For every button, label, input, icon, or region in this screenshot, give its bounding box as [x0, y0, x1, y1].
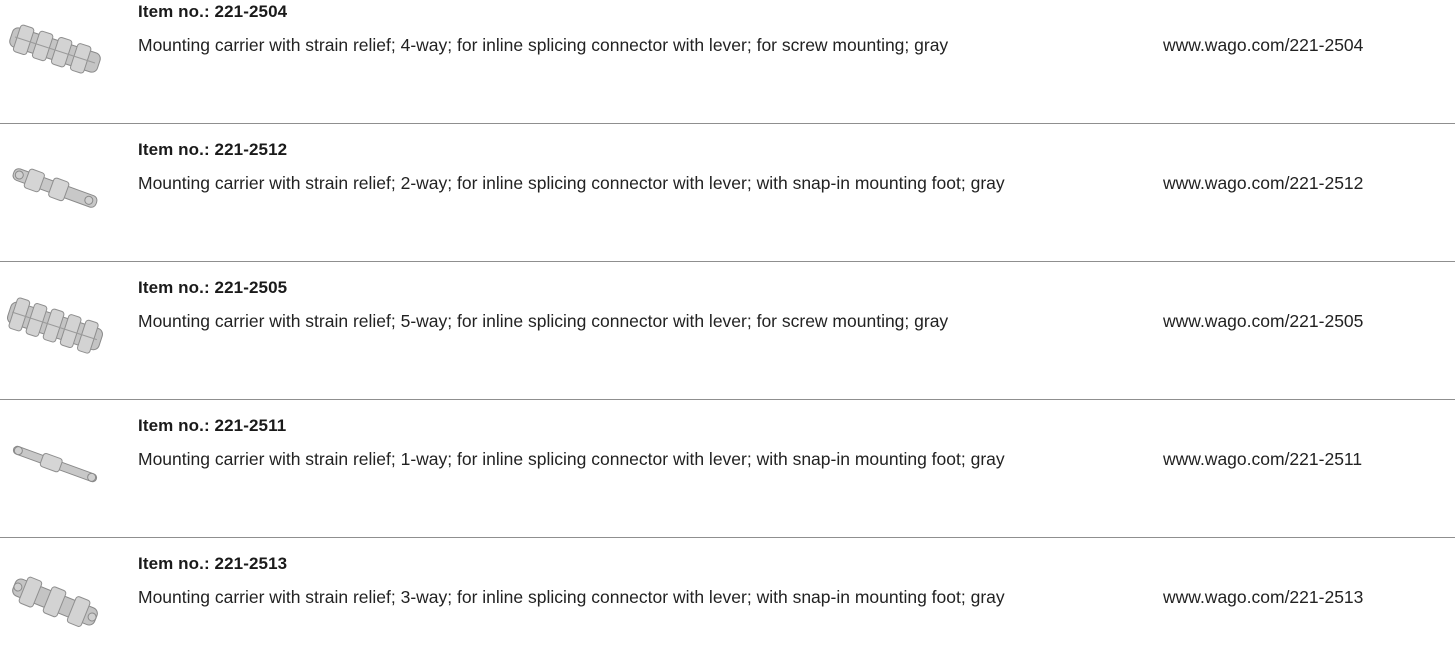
product-description: Mounting carrier with strain relief; 4-w… — [138, 35, 949, 55]
product-link[interactable]: www.wago.com/221-2505 — [1163, 306, 1363, 336]
product-link[interactable]: www.wago.com/221-2504 — [1163, 30, 1363, 60]
product-link[interactable]: www.wago.com/221-2511 — [1163, 444, 1362, 474]
row-divider — [0, 537, 1455, 538]
mounting-carrier-icon — [12, 168, 98, 208]
item-number: Item no.: 221-2513 — [138, 554, 288, 573]
mounting-carrier-icon — [9, 24, 101, 74]
product-row: Item no.: 221-2511 Mounting carrier with… — [0, 400, 1455, 530]
product-description: Mounting carrier with strain relief; 2-w… — [138, 173, 1005, 193]
product-description: Mounting carrier with strain relief; 1-w… — [138, 449, 1005, 469]
product-description: Mounting carrier with strain relief; 3-w… — [138, 587, 1005, 607]
item-number: Item no.: 221-2504 — [138, 2, 288, 21]
mounting-carrier-icon — [12, 576, 98, 627]
mounting-carrier-icon — [12, 445, 98, 483]
product-row: Item no.: 221-2504 Mounting carrier with… — [0, 0, 1455, 116]
product-link[interactable]: www.wago.com/221-2513 — [1163, 582, 1363, 612]
product-image-mounting-carrier-1way[interactable] — [0, 424, 110, 504]
product-row: Item no.: 221-2513 Mounting carrier with… — [0, 538, 1455, 668]
item-number: Item no.: 221-2512 — [138, 140, 288, 159]
item-number: Item no.: 221-2505 — [138, 278, 288, 297]
product-list: Item no.: 221-2504 Mounting carrier with… — [0, 0, 1455, 671]
product-row: Item no.: 221-2505 Mounting carrier with… — [0, 262, 1455, 392]
product-link[interactable]: www.wago.com/221-2512 — [1163, 168, 1363, 198]
product-image-mounting-carrier-2way[interactable] — [0, 148, 110, 228]
product-row: Item no.: 221-2512 Mounting carrier with… — [0, 124, 1455, 254]
row-divider — [0, 261, 1455, 262]
product-image-mounting-carrier-3way[interactable] — [0, 562, 110, 642]
product-description: Mounting carrier with strain relief; 5-w… — [138, 311, 949, 331]
row-divider — [0, 123, 1455, 124]
product-image-mounting-carrier-4way[interactable] — [0, 10, 110, 90]
row-divider — [0, 399, 1455, 400]
product-image-mounting-carrier-5way[interactable] — [0, 286, 110, 366]
mounting-carrier-icon — [7, 297, 103, 354]
item-number: Item no.: 221-2511 — [138, 416, 287, 435]
